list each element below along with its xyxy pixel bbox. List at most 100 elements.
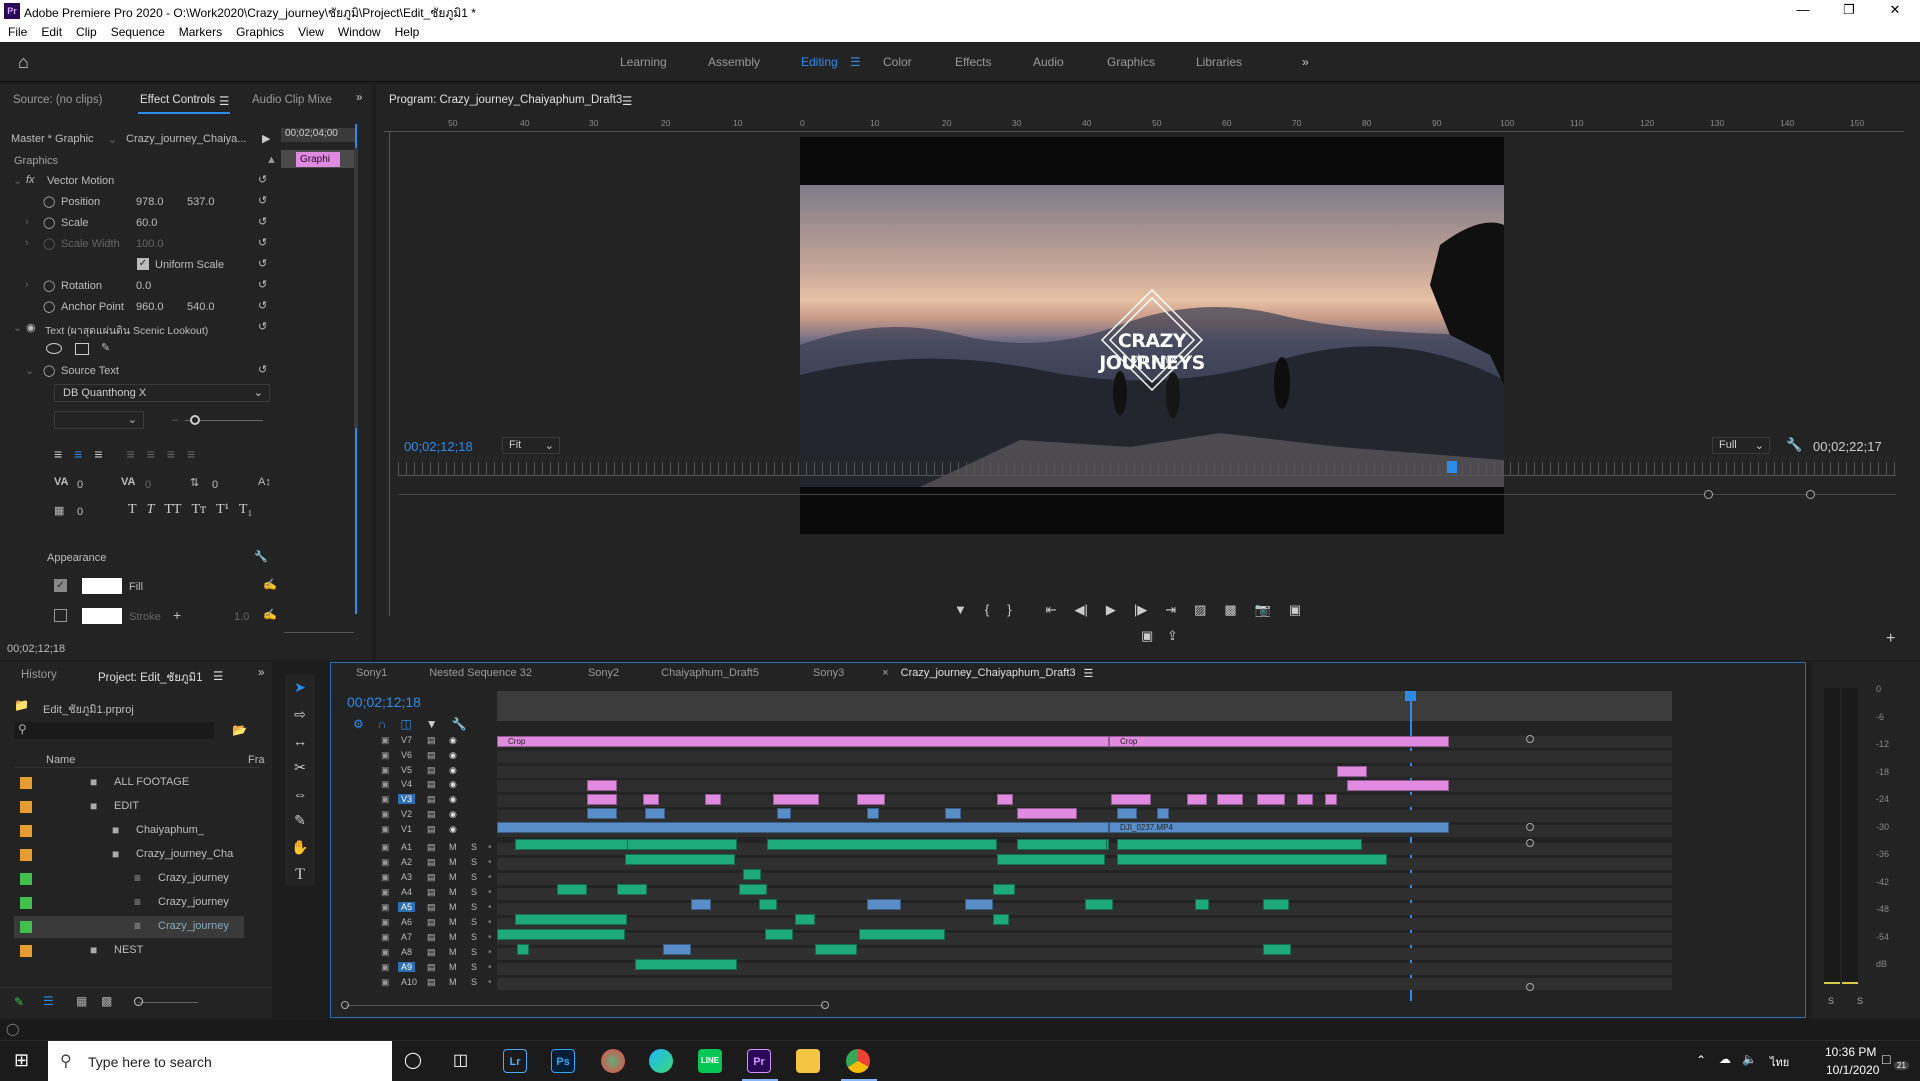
- stopwatch-icon[interactable]: ◯: [43, 279, 55, 292]
- collapse-icon[interactable]: ▲: [266, 154, 277, 166]
- track-name[interactable]: V6: [398, 750, 415, 760]
- lock-icon[interactable]: ▣: [381, 750, 390, 761]
- video-clip[interactable]: [777, 808, 791, 819]
- mute-button[interactable]: M: [449, 902, 457, 912]
- quality-select[interactable]: Full ⌄: [1712, 437, 1770, 454]
- track-header[interactable]: ▣ A9 ▤ M S •: [371, 961, 497, 976]
- track-header[interactable]: ▣ A3 ▤ M S •: [371, 872, 497, 886]
- lock-icon[interactable]: ▣: [381, 794, 390, 805]
- pen-mask-icon[interactable]: ✎: [101, 341, 110, 354]
- graphic-clip[interactable]: [587, 780, 617, 791]
- audio-clip[interactable]: [627, 839, 737, 850]
- program-playhead[interactable]: [1446, 461, 1457, 473]
- lock-icon[interactable]: ▣: [381, 842, 390, 853]
- chevron-down-icon[interactable]: ⌄: [108, 133, 117, 146]
- workspace-audio[interactable]: Audio: [1033, 55, 1064, 69]
- project-search-input[interactable]: ⚲: [14, 722, 214, 739]
- mute-button[interactable]: M: [449, 977, 457, 987]
- export-icon[interactable]: ⇪: [1167, 628, 1178, 644]
- graphic-clip[interactable]: [1187, 794, 1207, 805]
- lock-icon[interactable]: ▣: [381, 917, 390, 928]
- faux-italic-icon[interactable]: T: [147, 502, 155, 518]
- track-header[interactable]: ▣ A4 ▤ M S •: [371, 887, 497, 901]
- stopwatch-icon[interactable]: ◯: [43, 195, 55, 208]
- panel-menu-icon[interactable]: ☰: [622, 94, 632, 108]
- sync-lock-icon[interactable]: ▤: [427, 857, 436, 868]
- mute-button[interactable]: M: [449, 872, 457, 882]
- razor-tool-icon[interactable]: ✂: [294, 759, 306, 776]
- tab-sequence[interactable]: Sony2: [588, 667, 619, 679]
- col-frame-rate[interactable]: Fra: [248, 754, 265, 766]
- solo-right-button[interactable]: S: [1857, 996, 1863, 1006]
- stopwatch-icon[interactable]: ◯: [43, 364, 55, 377]
- a-scroll-handle[interactable]: [1526, 983, 1534, 991]
- eyedropper-icon[interactable]: ✍: [263, 578, 277, 591]
- play-icon[interactable]: ▶: [1106, 602, 1116, 618]
- chrome-icon[interactable]: [846, 1049, 870, 1073]
- more-workspaces-icon[interactable]: »: [1302, 55, 1309, 69]
- voiceover-mic-icon[interactable]: •: [488, 917, 492, 928]
- button-editor-icon[interactable]: +: [1886, 630, 1895, 648]
- audio-clip[interactable]: [739, 884, 767, 895]
- video-clip[interactable]: [945, 808, 961, 819]
- menu-view[interactable]: View: [298, 25, 324, 39]
- track-header[interactable]: ▣ A10 ▤ M S •: [371, 977, 497, 991]
- fit-select[interactable]: Fit ⌄: [502, 437, 560, 454]
- audio-clip[interactable]: [1263, 899, 1289, 910]
- track-header[interactable]: ▣ V5 ▤ ◉: [371, 765, 497, 779]
- workspace-learning[interactable]: Learning: [620, 55, 667, 69]
- eye-icon[interactable]: ◉: [449, 794, 457, 805]
- menu-help[interactable]: Help: [395, 25, 420, 39]
- audio-track-lane[interactable]: [497, 977, 1672, 990]
- graphic-clip[interactable]: [1111, 794, 1151, 805]
- workspace-color[interactable]: Color: [883, 55, 912, 69]
- audio-clip[interactable]: [993, 914, 1009, 925]
- lock-icon[interactable]: ▣: [381, 962, 390, 973]
- small-caps-icon[interactable]: Tт: [191, 502, 206, 518]
- clock-date[interactable]: 10/1/2020: [1826, 1063, 1879, 1077]
- tab-sequence[interactable]: Sony1: [356, 667, 387, 679]
- minimize-button[interactable]: —: [1780, 0, 1826, 22]
- audio-clip[interactable]: [997, 854, 1105, 865]
- track-name[interactable]: V1: [398, 824, 415, 834]
- sync-lock-icon[interactable]: ▤: [427, 932, 436, 943]
- zoom-slider-handle[interactable]: [134, 997, 143, 1006]
- lock-icon[interactable]: ▣: [381, 735, 390, 746]
- export-frame-icon[interactable]: 📷: [1255, 602, 1271, 618]
- program-title[interactable]: Program: Crazy_journey_Chaiyaphum_Draft3: [389, 94, 622, 106]
- disclosure-icon[interactable]: ›: [25, 279, 29, 291]
- track-header[interactable]: ▣ V4 ▤ ◉: [371, 779, 497, 793]
- video-clip[interactable]: [587, 808, 617, 819]
- audio-clip[interactable]: [1117, 854, 1387, 865]
- stroke-color-swatch[interactable]: [82, 608, 122, 624]
- project-bin[interactable]: ■ NEST: [14, 940, 244, 962]
- video-track-lane[interactable]: [497, 810, 1672, 822]
- lock-icon[interactable]: ▣: [381, 932, 390, 943]
- workspace-effects[interactable]: Effects: [955, 55, 991, 69]
- graphic-clip[interactable]: [997, 794, 1013, 805]
- solo-button[interactable]: S: [471, 962, 477, 972]
- align-right-icon[interactable]: ≡: [94, 446, 102, 462]
- track-header[interactable]: ▣ A8 ▤ M S •: [371, 947, 497, 961]
- audio-clip[interactable]: [859, 929, 945, 940]
- lock-icon[interactable]: ▣: [381, 872, 390, 883]
- voiceover-mic-icon[interactable]: •: [488, 872, 492, 883]
- solo-button[interactable]: S: [471, 932, 477, 942]
- reset-icon[interactable]: ↺: [258, 173, 267, 186]
- solo-button[interactable]: S: [471, 917, 477, 927]
- add-marker-icon[interactable]: ▼: [954, 602, 967, 618]
- audio-clip[interactable]: [743, 869, 761, 880]
- track-name[interactable]: V7: [398, 735, 415, 745]
- lift-icon[interactable]: ▨: [1194, 602, 1206, 618]
- go-to-in-icon[interactable]: ⇤: [1046, 602, 1057, 618]
- v-scroll-handle[interactable]: [1526, 735, 1534, 743]
- audio-clip[interactable]: [663, 944, 691, 955]
- extract-icon[interactable]: ▩: [1224, 602, 1236, 618]
- track-name[interactable]: V5: [398, 765, 415, 775]
- program-time-ruler[interactable]: [398, 462, 1896, 476]
- position-x[interactable]: 978.0: [136, 196, 164, 208]
- disclosure-icon[interactable]: ⌄: [13, 321, 22, 334]
- mute-button[interactable]: M: [449, 947, 457, 957]
- close-tab-icon[interactable]: ×: [882, 667, 888, 679]
- tab-sequence-active[interactable]: Crazy_journey_Chaiyaphum_Draft3: [901, 667, 1076, 679]
